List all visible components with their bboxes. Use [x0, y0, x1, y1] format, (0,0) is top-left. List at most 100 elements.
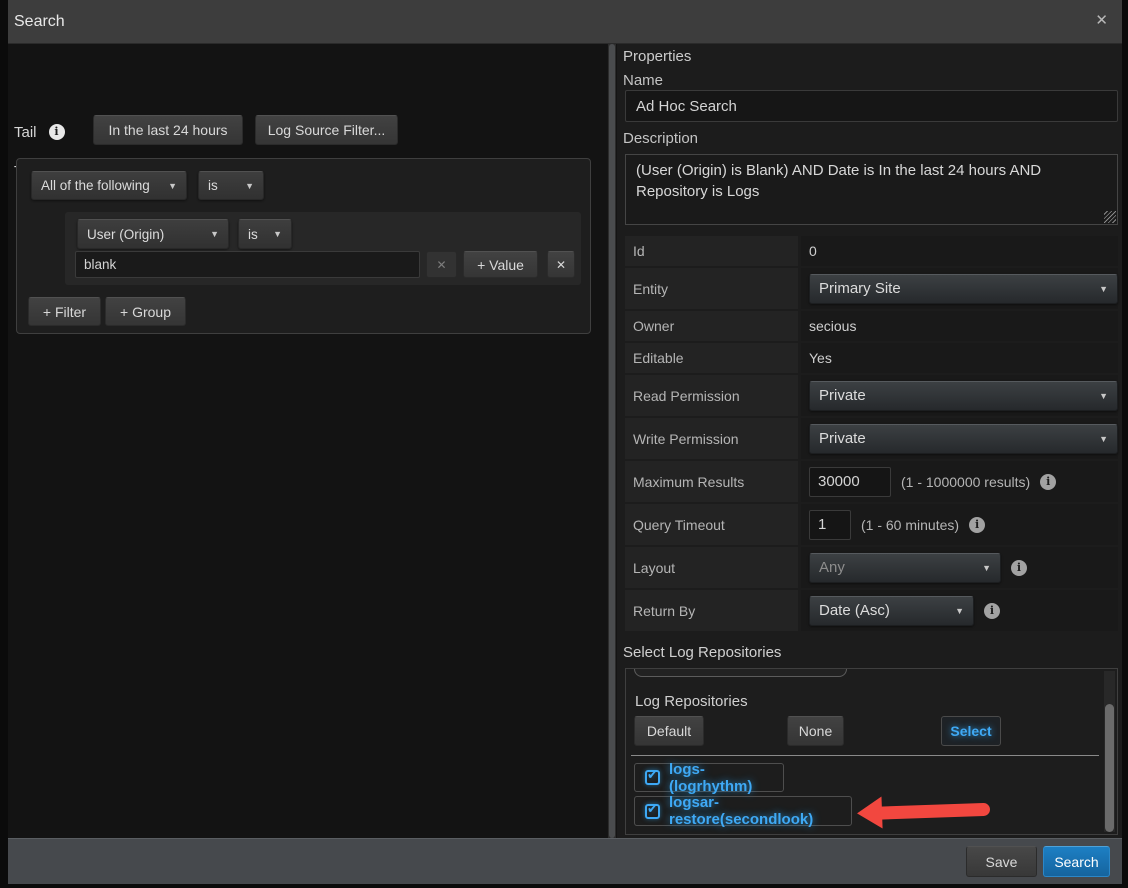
property-row-editable: Editable Yes — [625, 343, 1118, 373]
default-button[interactable]: Default — [634, 716, 704, 746]
tail-info-icon[interactable]: i — [49, 124, 65, 140]
close-icon: ✕ — [436, 258, 446, 272]
repo-item-label: logs-(logrhythm) — [669, 761, 773, 795]
return-by-value: Date (Asc) — [819, 602, 890, 619]
chevron-down-icon: ▼ — [273, 229, 282, 239]
chevron-down-icon: ▼ — [1099, 434, 1108, 444]
filter-field-value: User (Origin) — [87, 227, 164, 242]
select-button[interactable]: Select — [941, 716, 1001, 746]
property-row-entity: Entity Primary Site ▼ — [625, 268, 1118, 309]
row-label: Id — [625, 236, 798, 266]
checkbox-checked-icon[interactable]: ✔ — [645, 804, 660, 819]
chevron-down-icon: ▼ — [245, 181, 254, 191]
row-label: Query Timeout — [625, 504, 798, 545]
scrollbar-thumb[interactable] — [609, 44, 615, 838]
group-operator-value: All of the following — [41, 178, 150, 193]
row-label: Editable — [625, 343, 798, 373]
read-permission-dropdown[interactable]: Private ▼ — [809, 381, 1118, 411]
query-timeout-hint: (1 - 60 minutes) — [861, 517, 959, 533]
info-icon[interactable]: i — [969, 517, 985, 533]
description-textarea[interactable]: (User (Origin) is Blank) AND Date is In … — [625, 154, 1118, 225]
row-value: secious — [809, 318, 856, 334]
group-operator-dropdown[interactable]: All of the following ▼ — [31, 171, 187, 200]
search-criteria-panel: Tail i Timeframe In the last 24 hours Lo… — [8, 44, 607, 838]
close-icon[interactable]: ✕ — [1095, 12, 1108, 30]
add-group-button[interactable]: + Group — [105, 297, 186, 326]
filter-condition-value: is — [248, 227, 258, 242]
dialog-footer: Save Search — [8, 838, 1122, 884]
row-label: Read Permission — [625, 375, 798, 416]
page-background-edge — [0, 884, 1128, 888]
repo-item-label: logsar-restore(secondlook) — [669, 794, 841, 828]
property-row-maximum-results: Maximum Results (1 - 1000000 results) i — [625, 461, 1118, 502]
property-row-query-timeout: Query Timeout (1 - 60 minutes) i — [625, 504, 1118, 545]
property-row-write-permission: Write Permission Private ▼ — [625, 418, 1118, 459]
properties-panel: Properties Name Description (User (Origi… — [617, 44, 1122, 838]
chevron-down-icon: ▼ — [955, 606, 964, 616]
vertical-scrollbar[interactable] — [608, 44, 616, 838]
info-icon[interactable]: i — [984, 603, 1000, 619]
add-filter-button[interactable]: + Filter — [28, 297, 101, 326]
property-row-return-by: Return By Date (Asc) ▼ i — [625, 590, 1118, 631]
add-value-button[interactable]: + Value — [463, 251, 538, 278]
row-label: Owner — [625, 311, 798, 341]
group-condition-dropdown[interactable]: is ▼ — [198, 171, 264, 200]
write-permission-value: Private — [819, 430, 866, 447]
property-row-id: Id 0 — [625, 236, 1118, 266]
query-timeout-input[interactable] — [809, 510, 851, 540]
row-label: Write Permission — [625, 418, 798, 459]
name-label: Name — [623, 72, 663, 89]
chevron-down-icon: ▼ — [1099, 391, 1108, 401]
group-condition-value: is — [208, 178, 218, 193]
chevron-down-icon: ▼ — [168, 181, 177, 191]
filter-row-panel: User (Origin) ▼ is ▼ ✕ + Value ✕ — [65, 212, 581, 285]
remove-value-button[interactable]: ✕ — [426, 251, 457, 278]
maximum-results-hint: (1 - 1000000 results) — [901, 474, 1030, 490]
checkbox-checked-icon[interactable]: ✔ — [645, 770, 660, 785]
close-icon: ✕ — [556, 258, 566, 272]
description-label: Description — [623, 130, 698, 147]
layout-value: Any — [819, 559, 845, 576]
repos-scrollbar-thumb[interactable] — [1105, 704, 1114, 832]
screen: Search ✕ Tail i Timeframe In the last 24… — [0, 0, 1128, 888]
repo-item-logs-logrhythm[interactable]: ✔ logs-(logrhythm) — [634, 763, 784, 792]
remove-filter-button[interactable]: ✕ — [547, 251, 575, 278]
row-label: Return By — [625, 590, 798, 631]
log-source-filter-button[interactable]: Log Source Filter... — [255, 115, 398, 145]
filter-group-panel: All of the following ▼ is ▼ User (Origin… — [16, 158, 591, 334]
filter-condition-dropdown[interactable]: is ▼ — [238, 219, 292, 249]
maximum-results-input[interactable] — [809, 467, 891, 497]
divider — [631, 755, 1099, 756]
property-row-read-permission: Read Permission Private ▼ — [625, 375, 1118, 416]
select-log-repositories-label: Select Log Repositories — [623, 644, 781, 661]
chevron-down-icon: ▼ — [1099, 284, 1108, 294]
timeframe-button[interactable]: In the last 24 hours — [93, 115, 243, 145]
log-repositories-heading: Log Repositories — [635, 693, 748, 710]
row-label: Maximum Results — [625, 461, 798, 502]
row-value: Yes — [809, 350, 832, 366]
chevron-down-icon: ▼ — [210, 229, 219, 239]
save-button[interactable]: Save — [966, 846, 1037, 877]
filter-value-input[interactable] — [75, 251, 420, 278]
tail-label: Tail — [14, 124, 37, 141]
entity-dropdown[interactable]: Primary Site ▼ — [809, 274, 1118, 304]
name-input[interactable] — [625, 90, 1118, 122]
filter-field-dropdown[interactable]: User (Origin) ▼ — [77, 219, 229, 249]
search-button[interactable]: Search — [1043, 846, 1110, 877]
entity-value: Primary Site — [819, 280, 901, 297]
resize-grip[interactable] — [1104, 211, 1116, 223]
page-background-edge — [1122, 0, 1128, 888]
return-by-dropdown[interactable]: Date (Asc) ▼ — [809, 596, 974, 626]
dialog-titlebar: Search ✕ — [8, 0, 1122, 44]
write-permission-dropdown[interactable]: Private ▼ — [809, 424, 1118, 454]
info-icon[interactable]: i — [1011, 560, 1027, 576]
search-dialog: Search ✕ Tail i Timeframe In the last 24… — [8, 0, 1122, 884]
info-icon[interactable]: i — [1040, 474, 1056, 490]
none-button[interactable]: None — [787, 716, 844, 746]
layout-dropdown[interactable]: Any ▼ — [809, 553, 1001, 583]
row-value: 0 — [809, 243, 817, 259]
repo-item-logsar-restore-secondlook[interactable]: ✔ logsar-restore(secondlook) — [634, 796, 852, 826]
property-row-owner: Owner secious — [625, 311, 1118, 341]
chevron-down-icon: ▼ — [982, 563, 991, 573]
repos-scrollbar[interactable] — [1104, 671, 1115, 832]
